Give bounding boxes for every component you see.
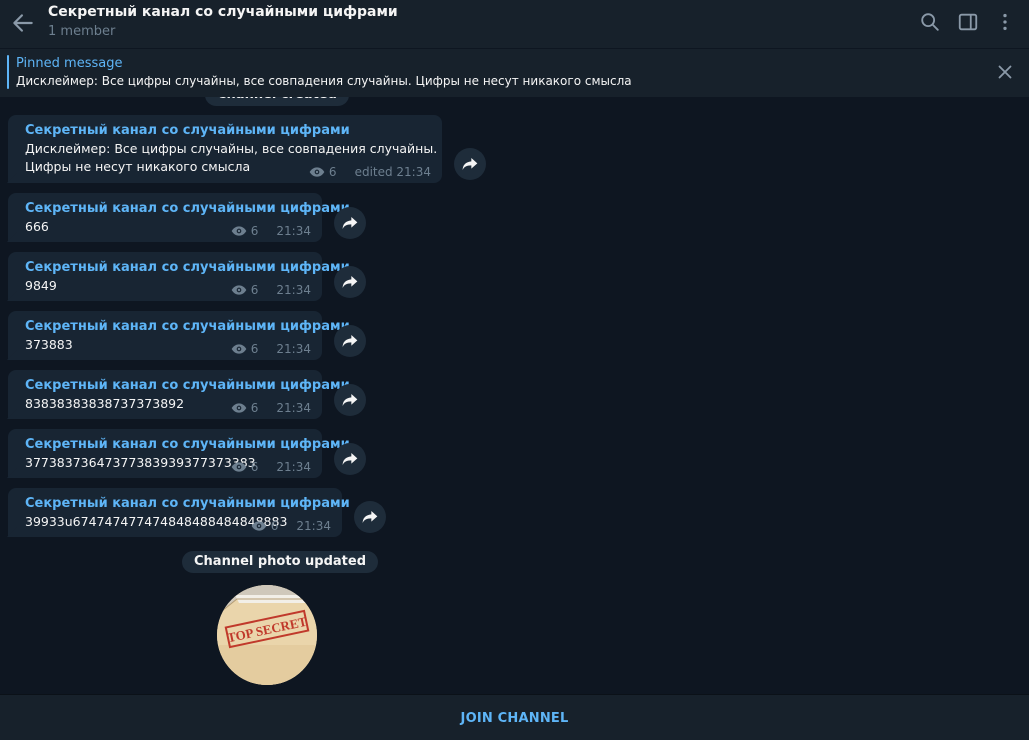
share-button[interactable] bbox=[354, 501, 386, 533]
message-bubble[interactable]: Секретный канал со случайными цифрами 37… bbox=[7, 429, 350, 478]
message-bubble[interactable]: Секретный канал со случайными цифрами 37… bbox=[7, 311, 350, 360]
message-bubble[interactable]: Секретный канал со случайными цифрами 98… bbox=[7, 252, 350, 301]
share-button[interactable] bbox=[334, 207, 366, 239]
bubble-tail bbox=[7, 232, 17, 242]
view-count: 6 bbox=[250, 283, 259, 297]
message-time: 21:34 bbox=[276, 224, 311, 238]
view-count: 6 bbox=[250, 401, 259, 415]
sidebar-toggle-icon[interactable] bbox=[957, 11, 979, 33]
chat-header: Секретный канал со случайными цифрами 1 … bbox=[0, 0, 1029, 48]
message-sender[interactable]: Секретный канал со случайными цифрами bbox=[25, 123, 431, 138]
message-meta: 6 21:34 bbox=[231, 283, 311, 297]
bubble-tail bbox=[7, 468, 17, 478]
message-meta: 6 edited 21:34 bbox=[309, 165, 431, 179]
message-sender[interactable]: Секретный канал со случайными цифрами bbox=[25, 260, 350, 275]
share-button[interactable] bbox=[334, 266, 366, 298]
eye-icon bbox=[231, 344, 247, 354]
share-button[interactable] bbox=[334, 325, 366, 357]
forward-icon bbox=[362, 511, 378, 523]
close-icon[interactable] bbox=[994, 61, 1016, 83]
message-bubble[interactable]: Секретный канал со случайными цифрами 39… bbox=[7, 488, 350, 537]
join-channel-button[interactable]: JOIN CHANNEL bbox=[461, 711, 569, 726]
message-sender[interactable]: Секретный канал со случайными цифрами bbox=[25, 319, 350, 334]
service-message-photo-updated: Channel photo updated bbox=[182, 551, 379, 573]
message-time: 21:34 bbox=[276, 283, 311, 297]
message-meta: 6 21:34 bbox=[251, 519, 331, 533]
message-time: 21:34 bbox=[276, 342, 311, 356]
message-time: 21:34 bbox=[276, 460, 311, 474]
message-sender[interactable]: Секретный канал со случайными цифрами bbox=[25, 437, 350, 452]
message-time: 21:34 bbox=[296, 519, 331, 533]
bubble-tail bbox=[7, 291, 17, 301]
message-meta: 6 21:34 bbox=[231, 224, 311, 238]
message-bubble[interactable]: Секретный канал со случайными цифрами Ди… bbox=[7, 115, 442, 183]
message-time: 21:34 bbox=[276, 401, 311, 415]
message-meta: 6 21:34 bbox=[231, 401, 311, 415]
message-bubble[interactable]: Секретный канал со случайными цифрами 66… bbox=[7, 193, 350, 242]
search-icon[interactable] bbox=[919, 11, 941, 33]
more-vertical-icon[interactable] bbox=[994, 11, 1016, 33]
eye-icon bbox=[251, 521, 267, 531]
message-meta: 6 21:34 bbox=[231, 342, 311, 356]
message-time: edited 21:34 bbox=[354, 165, 431, 179]
message-sender[interactable]: Секретный канал со случайными цифрами bbox=[25, 201, 350, 216]
eye-icon bbox=[231, 462, 247, 472]
share-button[interactable] bbox=[334, 443, 366, 475]
share-button[interactable] bbox=[334, 384, 366, 416]
bubble-tail bbox=[7, 527, 17, 537]
member-count: 1 member bbox=[48, 24, 116, 39]
view-count: 6 bbox=[328, 165, 337, 179]
message-sender[interactable]: Секретный канал со случайными цифрами bbox=[25, 378, 350, 393]
arrow-left-icon[interactable] bbox=[10, 10, 36, 36]
forward-icon bbox=[342, 217, 358, 229]
message-text: Дисклеймер: Все цифры случайны, все совп… bbox=[25, 141, 438, 156]
forward-icon bbox=[462, 158, 478, 170]
view-count: 6 bbox=[250, 460, 259, 474]
chat-title[interactable]: Секретный канал со случайными цифрами bbox=[48, 4, 398, 20]
pinned-text: Дисклеймер: Все цифры случайны, все совп… bbox=[16, 74, 632, 88]
top-secret-folder-image: TOP SECRET bbox=[217, 585, 317, 685]
message-meta: 6 21:34 bbox=[231, 460, 311, 474]
pinned-title: Pinned message bbox=[16, 56, 123, 71]
bubble-tail bbox=[7, 409, 17, 419]
forward-icon bbox=[342, 335, 358, 347]
forward-icon bbox=[342, 276, 358, 288]
forward-icon bbox=[342, 394, 358, 406]
message-sender[interactable]: Секретный канал со случайными цифрами bbox=[25, 496, 350, 511]
view-count: 6 bbox=[250, 342, 259, 356]
pinned-accent-bar bbox=[7, 55, 9, 89]
bubble-tail bbox=[7, 350, 17, 360]
eye-icon bbox=[231, 403, 247, 413]
view-count: 6 bbox=[250, 224, 259, 238]
view-count: 6 bbox=[270, 519, 279, 533]
composer-bar: JOIN CHANNEL bbox=[0, 694, 1029, 740]
forward-icon bbox=[342, 453, 358, 465]
eye-icon bbox=[309, 167, 325, 177]
channel-photo[interactable]: TOP SECRET bbox=[217, 585, 317, 685]
share-button[interactable] bbox=[454, 148, 486, 180]
eye-icon bbox=[231, 226, 247, 236]
bubble-tail bbox=[7, 173, 17, 183]
eye-icon bbox=[231, 285, 247, 295]
message-bubble[interactable]: Секретный канал со случайными цифрами 83… bbox=[7, 370, 350, 419]
pinned-message-bar[interactable] bbox=[0, 49, 1029, 97]
